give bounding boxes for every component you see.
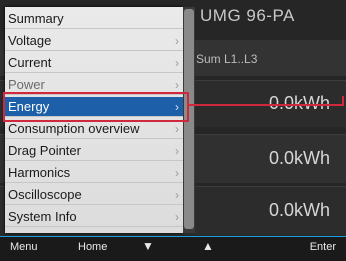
- energy-value: 0.0kWh: [268, 200, 330, 220]
- menu-item-current[interactable]: Current ›: [5, 53, 183, 73]
- menu-item-label: Harmonics: [8, 165, 71, 180]
- menu-item-label: System Info: [8, 209, 77, 224]
- highlight-box: [3, 92, 189, 122]
- menu-item-label: Power: [8, 77, 45, 92]
- menu-item-summary[interactable]: Summary: [5, 9, 183, 29]
- energy-value: 0.0kWh: [268, 148, 330, 168]
- chevron-right-icon: ›: [175, 188, 179, 202]
- menu-item-label: Drag Pointer: [8, 143, 81, 158]
- menu-softkey[interactable]: Menu: [10, 241, 38, 253]
- highlight-pointer-tick: [342, 96, 344, 106]
- arrow-up-icon[interactable]: ▲: [202, 239, 214, 253]
- softkey-bar: Menu Home ▼ ▲ Enter: [0, 236, 346, 261]
- menu-item-label: Consumption overview: [8, 121, 140, 136]
- menu-item-label: Current: [8, 55, 52, 70]
- chevron-right-icon: ›: [175, 166, 179, 180]
- menu-item-voltage[interactable]: Voltage ›: [5, 31, 183, 51]
- menu-item-consumption-overview[interactable]: Consumption overview ›: [5, 119, 183, 139]
- menu-item-label: Voltage: [8, 33, 52, 48]
- device-subtitle: Sum L1..L3: [196, 52, 258, 66]
- menu-item-drag-pointer[interactable]: Drag Pointer ›: [5, 141, 183, 161]
- arrow-down-icon[interactable]: ▼: [142, 239, 154, 253]
- chevron-right-icon: ›: [175, 122, 179, 136]
- chevron-right-icon: ›: [175, 56, 179, 70]
- menu-item-harmonics[interactable]: Harmonics ›: [5, 163, 183, 183]
- home-softkey[interactable]: Home: [78, 241, 107, 253]
- menu-item-label: Oscilloscope: [8, 187, 82, 202]
- menu-item-system-info[interactable]: System Info ›: [5, 207, 183, 227]
- menu-item-label: Summary: [8, 11, 64, 26]
- chevron-right-icon: ›: [175, 34, 179, 48]
- chevron-right-icon: ›: [175, 210, 179, 224]
- enter-softkey[interactable]: Enter: [310, 241, 336, 253]
- device-title: UMG 96-PA: [200, 6, 295, 25]
- chevron-right-icon: ›: [175, 144, 179, 158]
- menu-item-oscilloscope[interactable]: Oscilloscope ›: [5, 185, 183, 205]
- highlight-pointer-line: [189, 104, 342, 106]
